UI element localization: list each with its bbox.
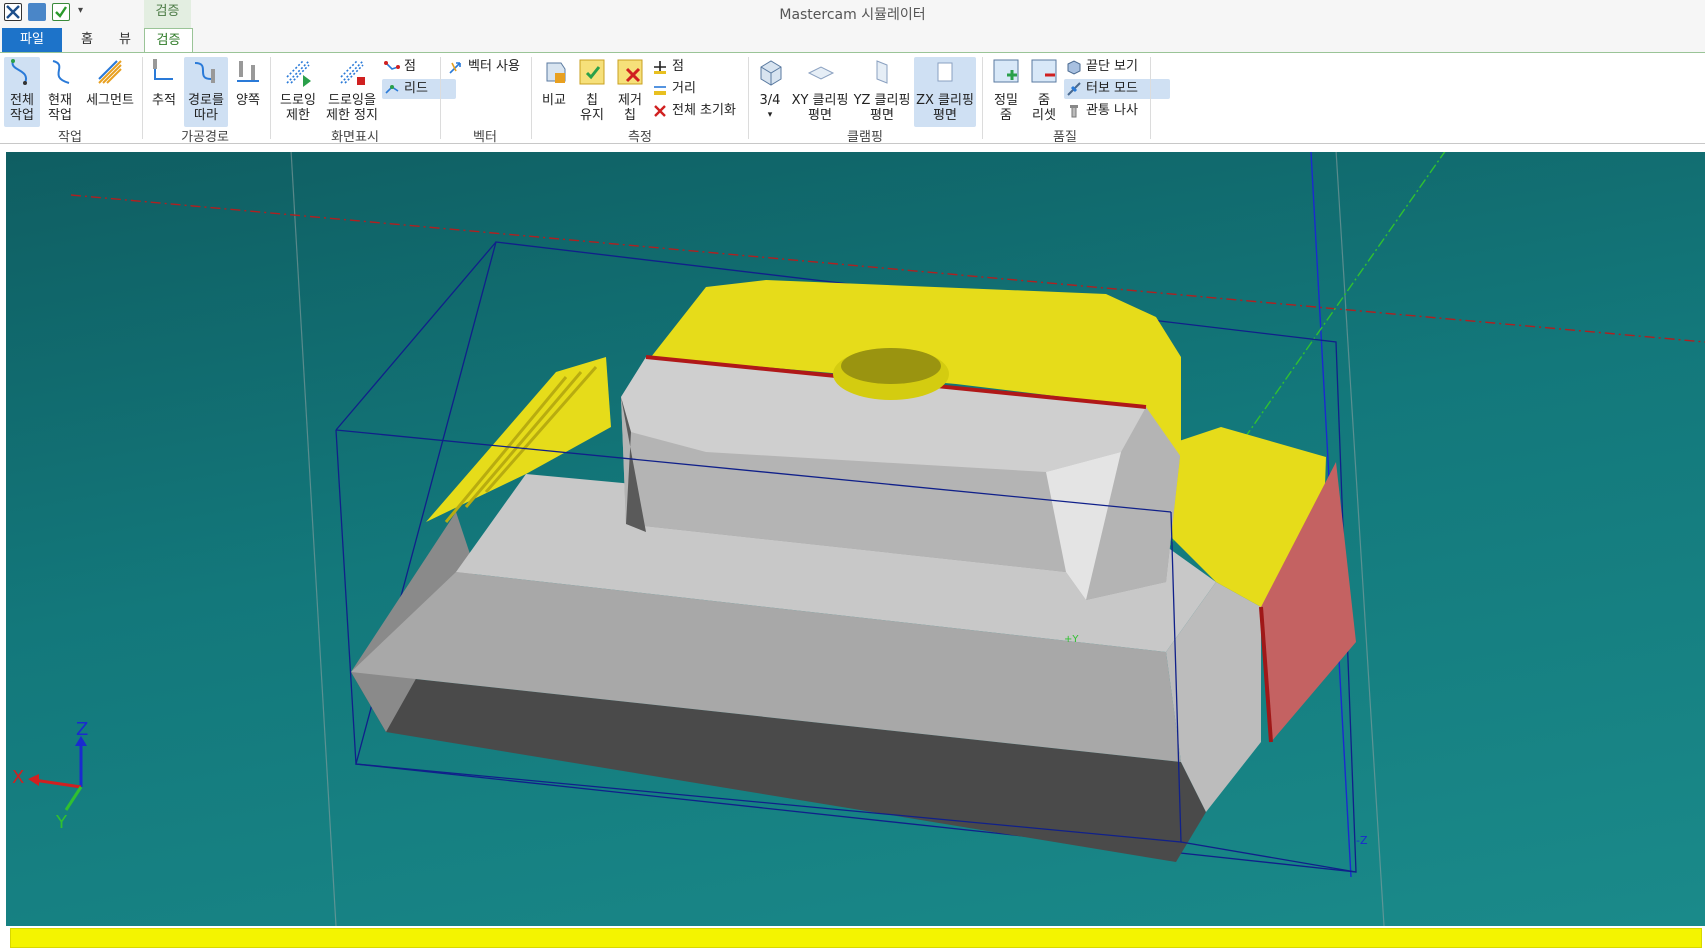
point-icon [384, 61, 400, 70]
group-label-quality: 품질 [1053, 130, 1077, 145]
turbo-mode-icon [1067, 82, 1081, 96]
lead-icon [385, 85, 399, 94]
group-separator [1150, 57, 1151, 139]
end-view-button[interactable]: 끝단 보기 [1064, 57, 1170, 77]
orientation-triad: Z X Y [12, 719, 88, 833]
group-label-display: 화면표시 [331, 130, 379, 145]
simulation-progress-bar[interactable] [10, 928, 1702, 948]
reset-all-button[interactable]: 전체 초기화 [650, 101, 764, 121]
current-work-button[interactable]: 현재 작업 [42, 57, 78, 127]
display-point-button[interactable]: 점 [382, 57, 456, 77]
three-quarter-button[interactable]: 3/4 ▾ [752, 57, 788, 127]
draw-limit-button[interactable]: 드로잉 제한 [274, 57, 322, 127]
zx-plane-icon [937, 62, 953, 82]
segment-icon [98, 60, 122, 84]
remove-chip-icon [617, 59, 643, 85]
triad-x-label: X [12, 767, 24, 788]
group-separator [982, 57, 983, 139]
group-label-vector: 벡터 [473, 130, 497, 145]
title-bar: ▾ 검증 Mastercam 시뮬레이터 [0, 0, 1705, 28]
draw-limit-stop-button[interactable]: 드로잉을 제한 정지 [324, 57, 380, 127]
screw-icon [1070, 105, 1078, 118]
measure-distance-button[interactable]: 거리 [650, 79, 726, 99]
group-label-clipping: 클램핑 [847, 130, 883, 145]
measure-point-button[interactable]: 점 [650, 57, 718, 77]
xy-clip-plane-button[interactable]: XY 클리핑 평면 [790, 57, 850, 127]
clip-boundary-line [290, 152, 337, 926]
window-title: Mastercam 시뮬레이터 [779, 7, 926, 23]
trace-icon [153, 59, 173, 80]
reset-icon [654, 105, 666, 117]
zx-clip-plane-button[interactable]: ZX 클리핑 평면 [914, 57, 976, 127]
zoom-reset-icon [1031, 59, 1057, 83]
precise-zoom-button[interactable]: 정밀 줌 [988, 57, 1024, 127]
both-sides-button[interactable]: 양쪽 [230, 57, 266, 127]
tab-verify[interactable]: 검증 [144, 28, 193, 53]
keep-chip-icon [579, 59, 605, 85]
tab-file[interactable]: 파일 [2, 28, 62, 52]
xy-plane-icon [807, 66, 835, 80]
follow-path-icon [194, 62, 215, 83]
display-lead-button[interactable]: 리드 [382, 79, 456, 99]
group-label-toolpath: 가공경로 [181, 130, 229, 145]
both-sides-icon [237, 61, 259, 82]
compare-button[interactable]: 비교 [536, 57, 572, 127]
compare-icon [546, 62, 566, 83]
y-axis-label: +Y [1064, 634, 1079, 645]
viewport-scene: +Y -Z Z X Y [12, 152, 1705, 926]
segment-button[interactable]: 세그먼트 [80, 57, 140, 127]
group-label-measure: 측정 [628, 130, 652, 145]
yz-clip-plane-button[interactable]: YZ 클리핑 평면 [852, 57, 912, 127]
simulation-viewport[interactable]: +Y -Z Z X Y [6, 152, 1705, 926]
group-separator [440, 57, 441, 139]
triad-y-label: Y [55, 812, 68, 833]
yz-plane-icon [876, 60, 888, 84]
stock-box-bottom-edge [1180, 841, 1357, 873]
ribbon-tabs: 파일 홈 뷰 검증 [0, 28, 1705, 53]
tab-home[interactable]: 홈 [70, 28, 104, 52]
group-separator [270, 57, 271, 139]
ribbon: 전체 작업 현재 작업 세그먼트 작업 추적 경로를 따라 양쪽 가공경로 드로… [0, 52, 1705, 145]
follow-path-button[interactable]: 경로를 따라 [184, 57, 228, 127]
zoom-reset-button[interactable]: 줌 리셋 [1026, 57, 1062, 127]
end-view-icon [1067, 60, 1081, 75]
keep-chip-button[interactable]: 칩 유지 [574, 57, 610, 127]
toolpath-current-icon [52, 60, 70, 84]
through-screw-button[interactable]: 관통 나사 [1064, 101, 1170, 121]
remove-chip-button[interactable]: 제거 칩 [612, 57, 648, 127]
use-vector-button[interactable]: 벡터 사용 [446, 57, 548, 77]
group-separator [748, 57, 749, 139]
stock-box-edge [335, 241, 497, 431]
all-work-button[interactable]: 전체 작업 [4, 57, 40, 127]
turbo-mode-button[interactable]: 터보 모드 [1064, 79, 1170, 99]
toolpath-all-icon [11, 59, 28, 85]
precise-zoom-icon [993, 59, 1019, 83]
tab-view[interactable]: 뷰 [108, 28, 142, 52]
group-label-work: 작업 [58, 130, 82, 145]
distance-icon [654, 86, 666, 95]
draw-limit-icon [286, 60, 311, 87]
group-separator [531, 57, 532, 139]
three-quarter-icon [760, 60, 782, 86]
z-axis-label: -Z [1356, 834, 1368, 847]
vector-icon [449, 62, 461, 74]
draw-limit-stop-icon [340, 60, 365, 85]
group-separator [142, 57, 143, 139]
bore-hole-inner [841, 348, 941, 384]
trace-button[interactable]: 추적 [146, 57, 182, 127]
triad-z-label: Z [76, 719, 88, 740]
three-quarter-dropdown-icon: ▾ [767, 110, 773, 120]
measure-point-icon [654, 61, 666, 74]
